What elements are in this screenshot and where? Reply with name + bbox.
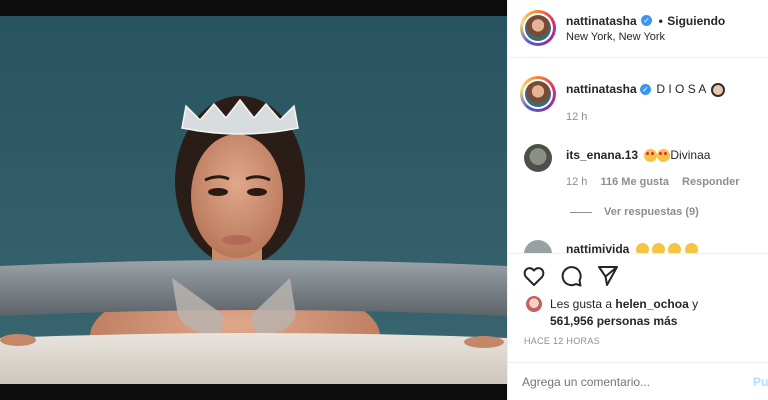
post-actions: Les gusta a helen_ochoa y 561,956 person… [508,254,768,374]
post-media[interactable] [0,0,507,400]
comment-meta: 12 h 116 Me gusta Responder [566,176,740,188]
photo-illustration [0,16,507,384]
view-replies-button[interactable]: Ver respuestas (9) [570,206,699,218]
likes-summary: Les gusta a helen_ochoa y 561,956 person… [550,296,760,330]
media-letterbox-top [0,0,507,16]
instagram-post-view: nattinatasha ✓ • Siguiendo New York, New… [0,0,768,400]
view-replies-label: Ver respuestas (9) [604,206,699,218]
post-comment-button[interactable]: Pu [753,375,768,389]
media-letterbox-bottom [0,384,507,400]
header-user-line: nattinatasha ✓ • Siguiendo [566,12,725,30]
caption-line: nattinatasha ✓ D I O S A [566,82,726,97]
comment-line: nattimivida [566,242,698,253]
commenter-avatar[interactable] [524,144,552,172]
heart-eyes-emoji-icon [635,243,649,253]
reply-button[interactable]: Responder [682,176,739,188]
comment-line: its_enana.13 Divinaa [566,148,711,163]
comment-text: Divinaa [670,148,711,162]
comment-input[interactable] [522,373,732,391]
likes-prefix: Les gusta a [550,297,613,311]
caption-username[interactable]: nattinatasha [566,82,637,96]
heart-icon[interactable] [522,264,546,288]
share-icon[interactable] [596,264,620,288]
comment-likes[interactable]: 116 Me gusta [600,176,668,188]
caption-time[interactable]: 12 h [566,111,587,123]
likes-conjunction: y [692,297,699,311]
comment-username[interactable]: its_enana.13 [566,148,638,162]
post-location[interactable]: New York, New York [566,31,665,43]
liker-username[interactable]: helen_ochoa [615,297,688,311]
heart-eyes-emoji-icon [684,243,698,253]
likes-count[interactable]: 561,956 personas más [550,314,677,328]
author-username[interactable]: nattinatasha [566,14,637,28]
post-header: nattinatasha ✓ • Siguiendo New York, New… [508,0,768,58]
post-photo[interactable] [0,16,507,384]
author-avatar[interactable] [520,10,556,46]
add-comment-bar: Pu [508,362,768,400]
commenter-avatar[interactable] [524,240,552,253]
verified-badge-icon: ✓ [641,15,653,27]
post-side-panel: nattinatasha ✓ • Siguiendo New York, New… [507,0,768,400]
caption-author-avatar[interactable] [520,76,556,112]
heart-eyes-emoji-icon [668,243,682,253]
comments-list[interactable]: nattinatasha ✓ D I O S A 12 h its_enana.… [508,58,768,254]
heart-eyes-emoji-icon [644,149,658,163]
heart-eyes-emoji-icon [657,149,671,163]
header-separator: • [658,14,663,28]
post-timestamp[interactable]: HACE 12 HORAS [524,336,600,346]
comment-icon[interactable] [559,264,583,288]
replies-divider [570,211,592,213]
verified-badge-icon: ✓ [640,84,652,96]
caption-text: D I O S A [656,82,706,96]
heart-eyes-emoji-icon [652,243,666,253]
comment-time[interactable]: 12 h [566,176,587,188]
following-button[interactable]: Siguiendo [667,14,725,28]
comment-username[interactable]: nattimivida [566,242,629,253]
queen-emoji-icon [711,82,726,97]
liker-avatar[interactable] [526,296,542,312]
